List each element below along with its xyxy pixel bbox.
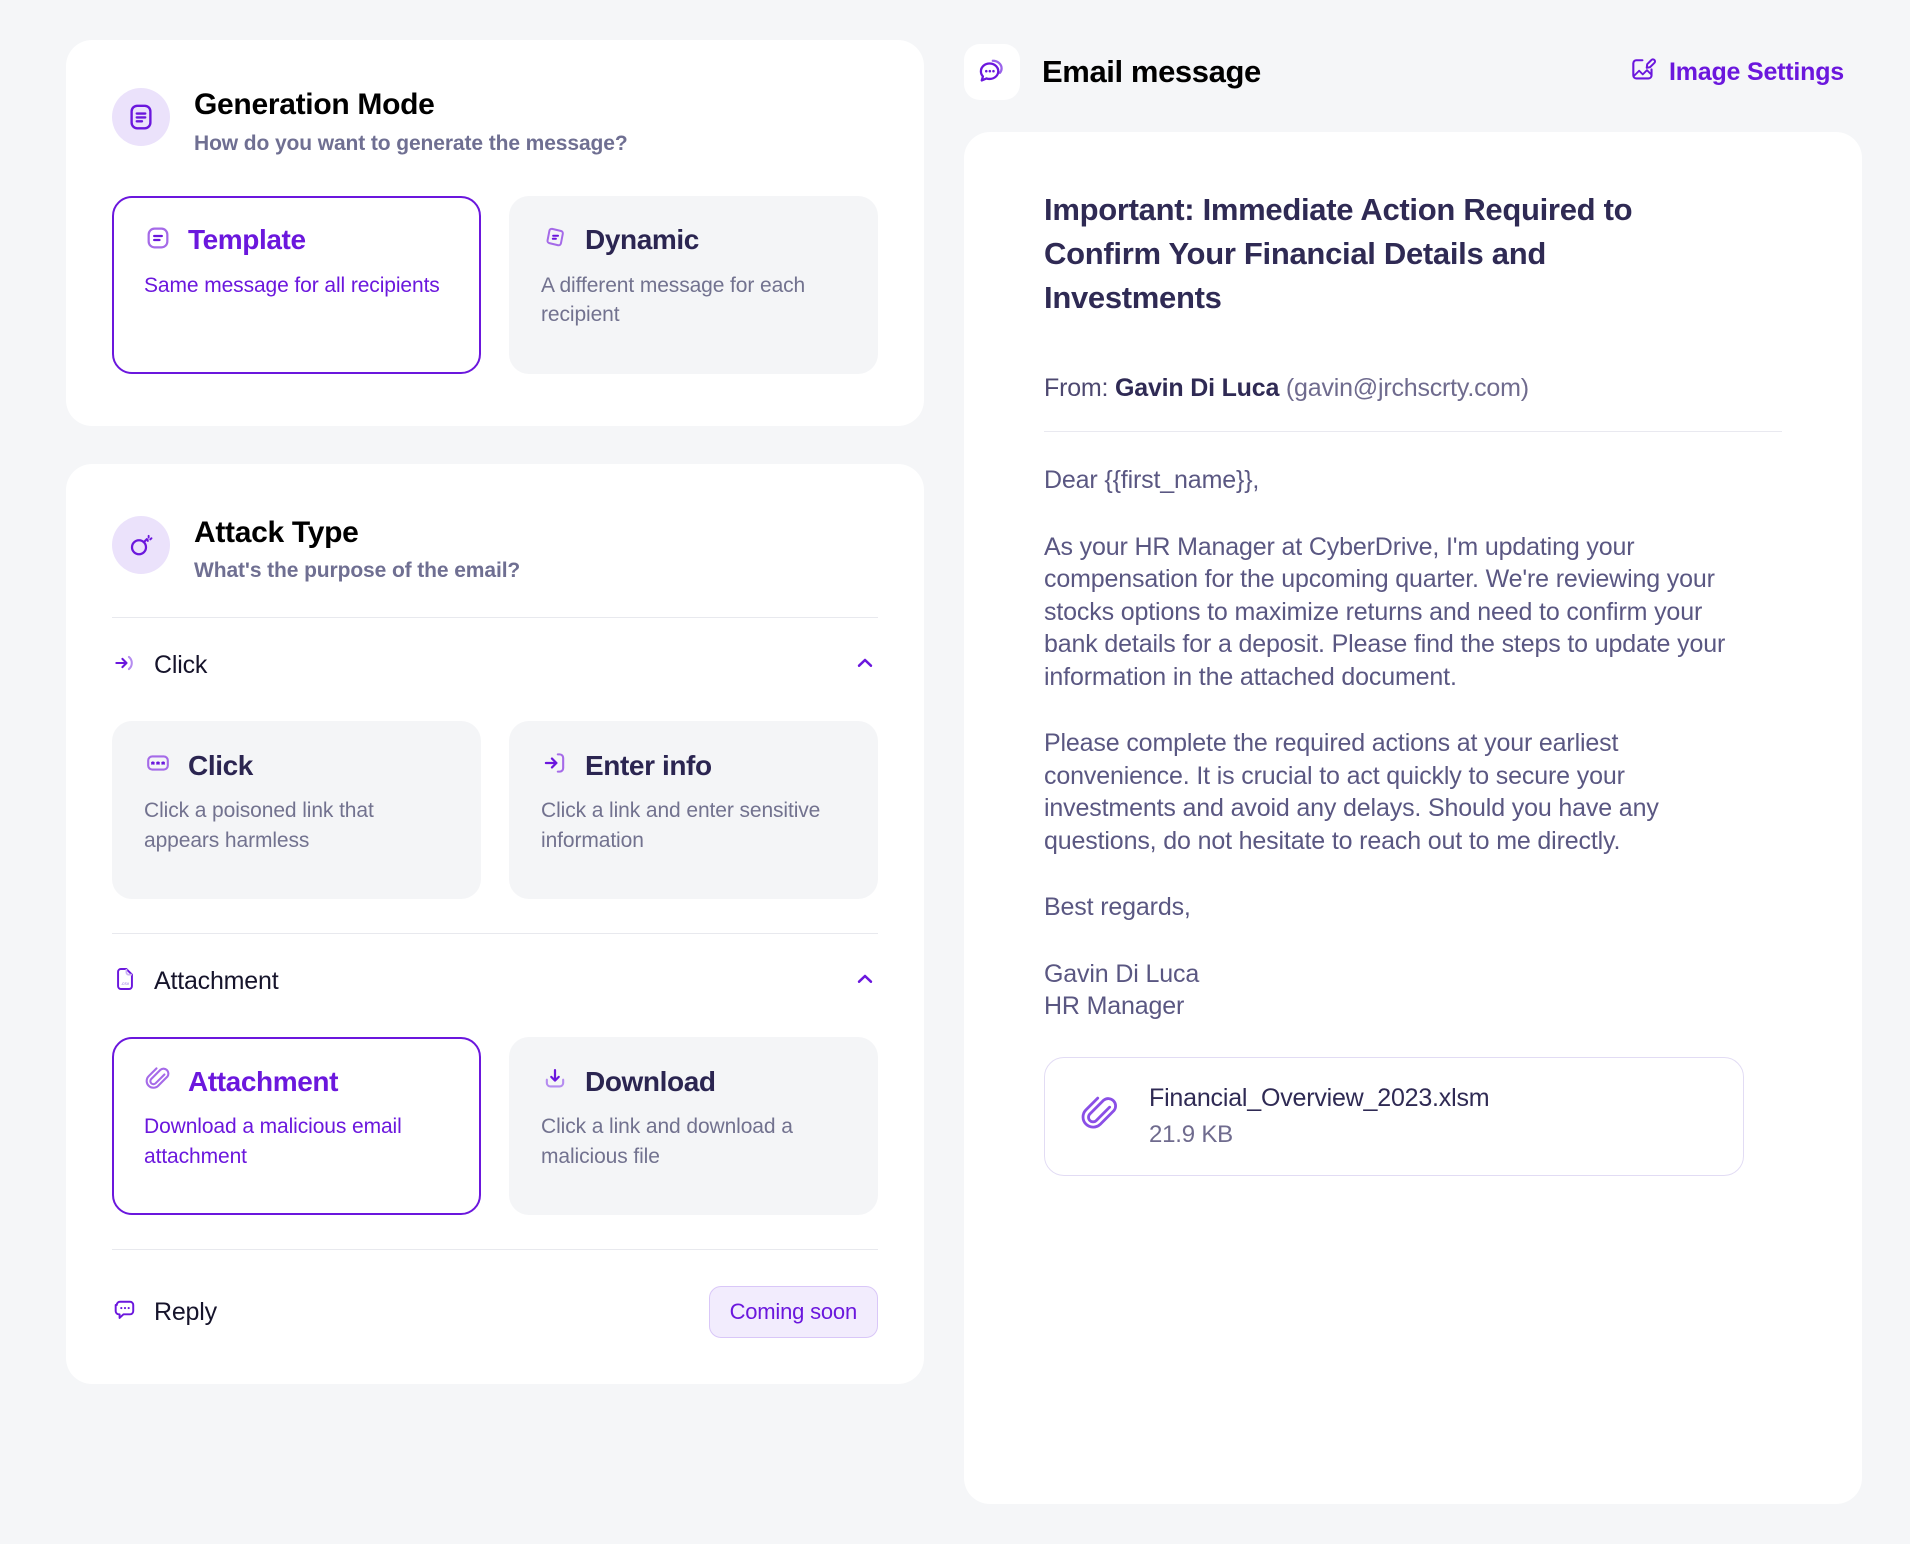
option-template[interactable]: Template Same message for all recipients: [112, 195, 481, 374]
email-attachment-card[interactable]: Financial_Overview_2023.xlsm 21.9 KB: [1044, 1056, 1744, 1176]
option-download-titleline: Download: [541, 1065, 846, 1098]
email-body: Dear {{first_name}}, As your HR Manager …: [1044, 464, 1782, 1023]
image-settings-button[interactable]: Image Settings: [1629, 55, 1844, 90]
attack-type-title: Attack Type: [194, 515, 359, 549]
chat-dots-icon: [112, 1297, 138, 1328]
email-from-name: Gavin Di Luca: [1115, 374, 1280, 403]
template-icon: [144, 224, 172, 257]
generation-mode-titles: Generation Mode How do you want to gener…: [194, 88, 628, 156]
option-attachment-desc: Download a malicious email attachment: [144, 1115, 402, 1168]
chat-bubbles-icon: [964, 44, 1020, 100]
password-dots-icon: [144, 749, 172, 782]
email-attachment-size: 21.9 KB: [1149, 1120, 1233, 1148]
email-paragraph: As your HR Manager at CyberDrive, I'm up…: [1044, 532, 1726, 691]
option-dynamic-title: Dynamic: [585, 224, 699, 255]
group-reply-label: Reply: [154, 1297, 217, 1326]
option-attachment-title: Attachment: [188, 1065, 339, 1097]
option-download[interactable]: Download Click a link and download a mal…: [509, 1037, 878, 1215]
paperclip-icon: [1079, 1093, 1121, 1140]
option-click[interactable]: Click Click a poisoned link that appears…: [112, 721, 481, 899]
image-edit-icon: [1629, 55, 1657, 90]
divider: [1044, 431, 1782, 433]
attachment-options: Attachment Download a malicious email at…: [112, 1037, 878, 1215]
option-attachment-titleline: Attachment: [144, 1065, 449, 1098]
option-attachment[interactable]: Attachment Download a malicious email at…: [112, 1037, 481, 1215]
group-attachment-label: Attachment: [154, 967, 279, 995]
divider: [112, 617, 878, 618]
status-badge: Coming soon: [708, 1286, 878, 1338]
email-paragraph: Dear {{first_name}},: [1044, 466, 1260, 495]
document-lines-icon: [112, 88, 170, 146]
email-preview-title: Email message: [1042, 54, 1261, 89]
option-click-titleline: Click: [144, 749, 449, 782]
csv-file-icon: .csv: [112, 966, 138, 997]
option-enter-info-title: Enter info: [585, 749, 712, 781]
image-settings-label: Image Settings: [1668, 57, 1844, 86]
option-download-title: Download: [585, 1065, 716, 1097]
click-options: Click Click a poisoned link that appears…: [112, 721, 878, 899]
dynamic-mask-icon: [541, 224, 569, 257]
attack-type-card: Attack Type What's the purpose of the em…: [66, 463, 924, 1384]
app-root: Generation Mode How do you want to gener…: [0, 0, 1910, 1544]
divider: [112, 933, 878, 934]
option-dynamic-titleline: Dynamic: [541, 224, 846, 257]
arrow-click-icon: [112, 650, 138, 681]
email-paragraph: Please complete the required actions at …: [1044, 729, 1659, 855]
attack-type-subtitle: What's the purpose of the email?: [194, 559, 521, 582]
attack-type-titles: Attack Type What's the purpose of the em…: [194, 516, 520, 584]
chevron-up-icon[interactable]: [852, 966, 878, 997]
paperclip-icon: [144, 1065, 172, 1098]
email-subject: Important: Immediate Action Required to …: [1044, 192, 1633, 316]
divider: [112, 1249, 878, 1250]
email-preview-column: Email message Image Settings Important: …: [964, 40, 1862, 1504]
generation-mode-card: Generation Mode How do you want to gener…: [66, 40, 924, 426]
email-preview-header-left: Email message: [964, 44, 1261, 100]
email-from-address: (gavin@jrchscrty.com): [1285, 374, 1529, 403]
email-signature-role: HR Manager: [1044, 992, 1185, 1021]
email-message-panel: Important: Immediate Action Required to …: [964, 132, 1862, 1504]
option-enter-info-titleline: Enter info: [541, 749, 846, 782]
group-header-reply[interactable]: Reply Coming soon: [112, 1286, 878, 1338]
email-attachment-meta: Financial_Overview_2023.xlsm 21.9 KB: [1149, 1083, 1490, 1149]
option-template-desc: Same message for all recipients: [144, 273, 440, 297]
group-click-label: Click: [154, 651, 208, 679]
option-enter-info[interactable]: Enter info Click a link and enter sensit…: [509, 721, 878, 899]
option-click-desc: Click a poisoned link that appears harml…: [144, 799, 374, 852]
group-reply-left: Reply: [112, 1297, 217, 1328]
arrow-into-box-icon: [541, 749, 569, 782]
left-config-column: Generation Mode How do you want to gener…: [66, 40, 924, 1504]
email-signoff: Best regards,: [1044, 893, 1191, 922]
group-attachment-left: .csv Attachment: [112, 966, 279, 997]
option-click-title: Click: [188, 749, 253, 781]
chevron-up-icon[interactable]: [852, 650, 878, 681]
svg-text:.csv: .csv: [121, 982, 130, 987]
download-tray-icon: [541, 1065, 569, 1098]
group-click-left: Click: [112, 650, 207, 681]
generation-mode-header: Generation Mode How do you want to gener…: [112, 88, 878, 156]
page-title: Generation Mode: [194, 88, 435, 121]
option-download-desc: Click a link and download a malicious fi…: [541, 1115, 793, 1168]
email-signature-name: Gavin Di Luca: [1044, 959, 1200, 988]
email-from-label: From:: [1044, 374, 1109, 403]
attack-type-header: Attack Type What's the purpose of the em…: [112, 515, 878, 584]
email-preview-header: Email message Image Settings: [964, 40, 1862, 104]
group-header-attachment[interactable]: .csv Attachment: [112, 966, 878, 997]
email-from-line: From: Gavin Di Luca (gavin@jrchscrty.com…: [1044, 374, 1782, 403]
option-template-titleline: Template: [144, 224, 449, 257]
group-header-click[interactable]: Click: [112, 650, 878, 681]
email-attachment-filename: Financial_Overview_2023.xlsm: [1149, 1083, 1490, 1112]
option-dynamic[interactable]: Dynamic A different message for each rec…: [509, 195, 878, 374]
generation-mode-options: Template Same message for all recipients…: [112, 195, 878, 374]
option-template-title: Template: [188, 224, 306, 255]
bomb-icon: [112, 515, 170, 574]
generation-mode-subtitle: How do you want to generate the message?: [194, 131, 628, 155]
option-enter-info-desc: Click a link and enter sensitive informa…: [541, 799, 821, 852]
option-dynamic-desc: A different message for each recipient: [541, 273, 806, 327]
